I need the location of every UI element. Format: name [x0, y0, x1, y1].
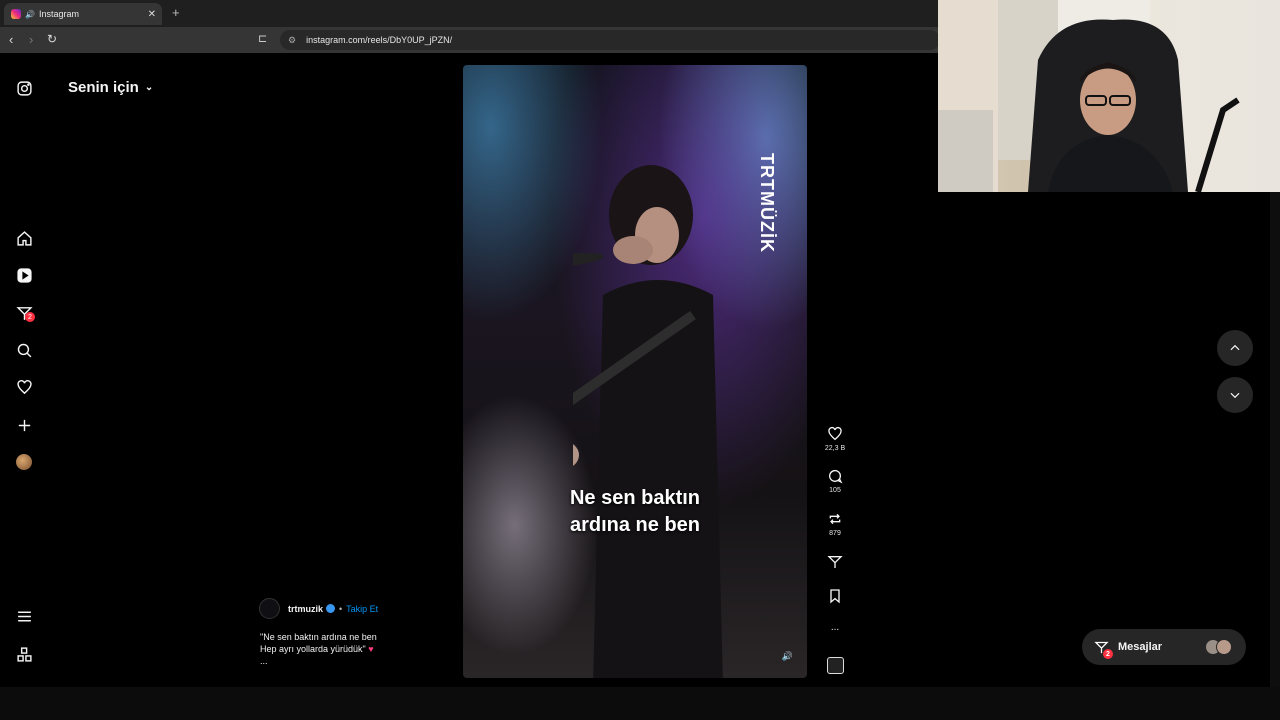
separator-dot: •: [339, 603, 343, 614]
repost-icon: [829, 513, 841, 525]
more-icon: ...: [830, 622, 840, 633]
chevron-down-icon: ⌄: [144, 82, 154, 93]
save-button[interactable]: [822, 588, 848, 604]
profile-avatar[interactable]: [16, 454, 32, 470]
bookmark-icon: [830, 589, 840, 604]
heart-icon[interactable]: [14, 377, 34, 397]
volume-icon[interactable]: 🔊: [782, 651, 793, 662]
reel-video[interactable]: TRTMÜZİK Ne sen baktın ardına ne ben 🔊: [463, 65, 807, 678]
instagram-favicon-icon: [11, 9, 21, 19]
caption-line-1: Ne sen baktın: [569, 487, 701, 509]
chevron-up-icon: [1230, 344, 1240, 351]
chevron-down-icon: [1230, 392, 1240, 399]
comment-button[interactable]: 105: [822, 468, 848, 494]
author-avatar[interactable]: [259, 598, 280, 619]
messages-button[interactable]: 2 Mesajlar: [1082, 629, 1246, 665]
performer-silhouette: [573, 165, 723, 678]
more-options-button[interactable]: ...: [822, 622, 848, 633]
send-icon: [827, 556, 843, 568]
create-icon[interactable]: [14, 415, 34, 435]
reload-icon[interactable]: ↻: [47, 32, 57, 46]
comment-icon: [829, 470, 843, 484]
comment-count: 105: [829, 487, 841, 494]
back-icon[interactable]: ‹: [9, 32, 13, 47]
like-count: 22,3 B: [824, 445, 846, 452]
verified-badge-icon: [326, 604, 336, 613]
new-tab-button[interactable]: +: [172, 5, 180, 20]
author-name[interactable]: trtmuzik: [288, 604, 323, 614]
speaker-icon[interactable]: 🔊: [25, 10, 35, 19]
bookmark-page-icon[interactable]: ⊏: [258, 32, 267, 45]
reels-icon[interactable]: [14, 265, 34, 285]
instagram-logo-icon[interactable]: [14, 78, 34, 98]
page-scrollbar[interactable]: [1270, 192, 1280, 687]
audio-thumbnail[interactable]: [827, 657, 844, 674]
post-description[interactable]: "Ne sen baktın ardına ne ben Hep ayrı yo…: [260, 631, 377, 667]
url-text: instagram.com/reels/DbY0UP_jPZN/: [306, 35, 453, 45]
repost-count: 879: [829, 530, 841, 537]
apps-icon[interactable]: [14, 644, 34, 664]
feed-title: Senin için: [68, 79, 139, 96]
menu-icon[interactable]: [14, 606, 34, 626]
messenger-icon[interactable]: 2: [14, 303, 35, 323]
caption-line-2: ardına ne ben: [569, 514, 701, 536]
browser-tab[interactable]: 🔊 Instagram ✕: [4, 3, 162, 25]
bottom-strip: [0, 687, 1280, 720]
notification-badge: 2: [25, 312, 35, 322]
messages-label: Mesajlar: [1118, 641, 1163, 653]
desc-more[interactable]: ...: [260, 655, 377, 667]
site-info-icon[interactable]: ⚙: [288, 35, 296, 46]
avatar: [1216, 639, 1232, 655]
repost-button[interactable]: 879: [822, 511, 848, 537]
address-bar[interactable]: ⚙ instagram.com/reels/DbY0UP_jPZN/: [280, 30, 940, 50]
like-button[interactable]: 22,3 B: [822, 426, 848, 452]
search-icon[interactable]: [14, 340, 34, 360]
desc-line-2: Hep ayrı yollarda yürüdük": [260, 644, 366, 654]
webcam-feed: [938, 0, 1240, 192]
desc-line-1: "Ne sen baktın ardına ne ben: [260, 632, 377, 642]
trt-muzik-watermark: TRTMÜZİK: [757, 153, 777, 253]
messages-badge: 2: [1103, 649, 1113, 659]
home-icon[interactable]: [14, 228, 34, 248]
tab-close-icon[interactable]: ✕: [148, 9, 156, 20]
next-reel-button[interactable]: [1217, 377, 1253, 413]
broken-heart-icon: ♥: [368, 644, 374, 654]
forward-icon[interactable]: ›: [29, 32, 33, 47]
heart-icon: [828, 426, 842, 441]
share-button[interactable]: [822, 554, 848, 570]
feed-selector[interactable]: Senin için ⌄: [68, 79, 153, 96]
webcam-overlay: [938, 0, 1280, 192]
tab-title: Instagram: [38, 9, 79, 19]
follow-button[interactable]: Takip Et: [346, 604, 378, 614]
message-avatars: [1205, 639, 1232, 655]
previous-reel-button[interactable]: [1217, 330, 1253, 366]
post-author: trtmuzik • Takip Et: [259, 598, 378, 619]
